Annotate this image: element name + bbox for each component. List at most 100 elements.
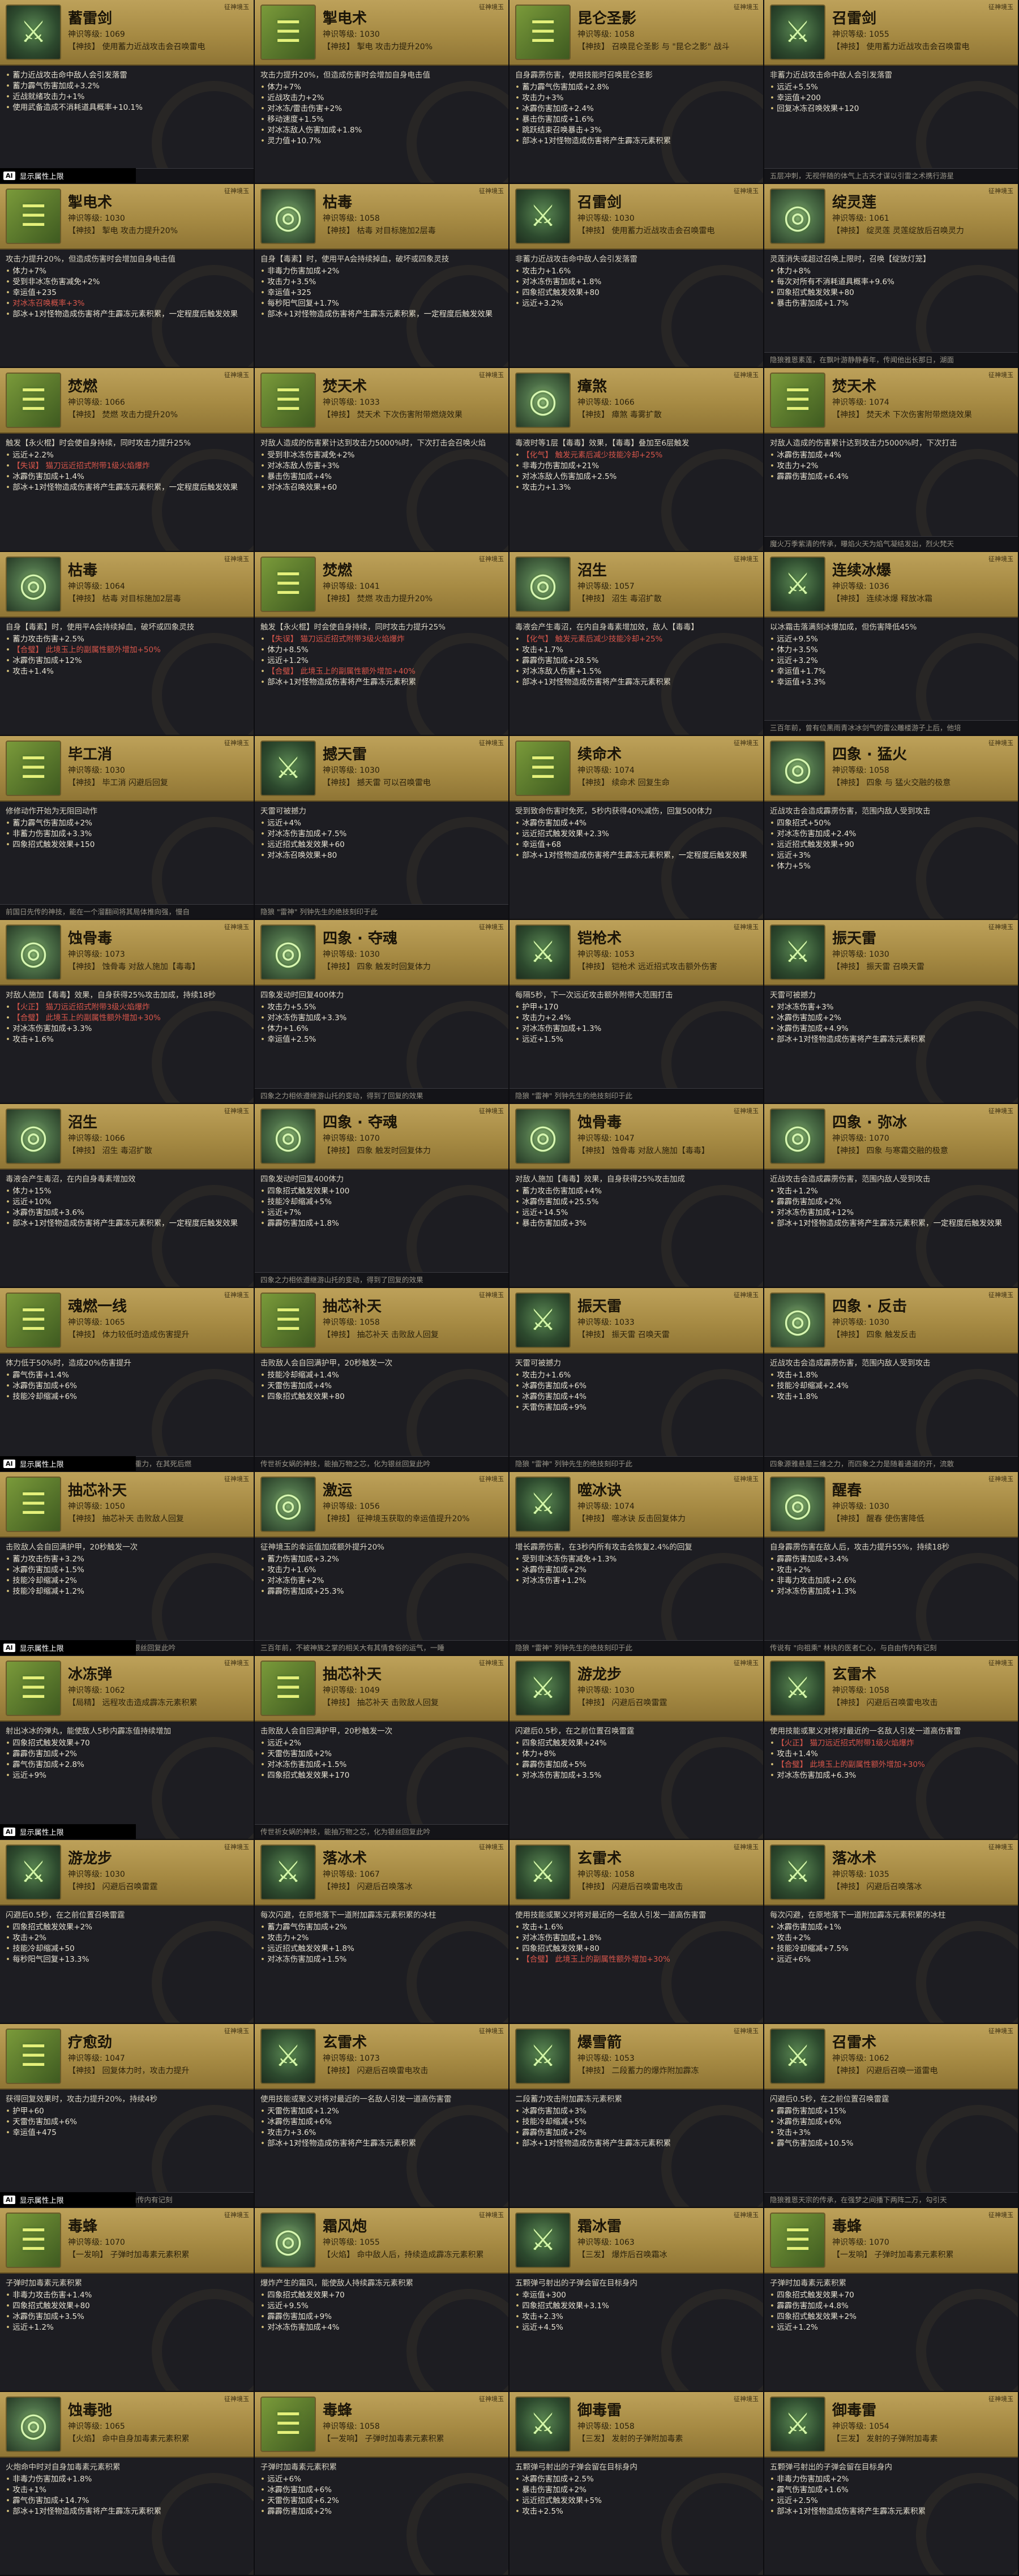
jade-card[interactable]: 征神境玉 ◎ 绽灵莲 神识等级: 1061 【神技】 绽灵莲 灵莲绽放后召唤灵力 灵莲消失… bbox=[764, 184, 1019, 368]
ai-attribute-toggle[interactable]: AI 显示属性上限 bbox=[0, 2192, 136, 2207]
card-effect: 【神技】 征神境玉获取的幸运值提升20% bbox=[323, 1514, 470, 1524]
jade-card[interactable]: 征神境玉 ◎ 蚀毒弛 神识等级: 1065 【火焰】 命中自身加毒素元素积累 火炮命中时对… bbox=[0, 2392, 255, 2576]
jade-card[interactable]: 征神境玉 ☰ 昆仑圣影 神识等级: 1058 【神技】 召唤昆仑圣影 与 "昆仑之影" … bbox=[510, 0, 764, 184]
jade-card[interactable]: 征神境玉 ☰ 抽芯补天 神识等级: 1050 【神技】 抽芯补天 击败敌人回复 击败敌人会… bbox=[0, 1472, 255, 1656]
jade-card[interactable]: 征神境玉 ◎ 沼生 神识等级: 1066 【神技】 沼生 毒沼扩散 毒液会产生毒沼，在内自… bbox=[0, 1104, 255, 1288]
jade-card[interactable]: 征神境玉 ☰ 疗愈劲 神识等级: 1047 【神技】 回复体力时，攻击力提升 获得回复效果… bbox=[0, 2024, 255, 2208]
jade-card[interactable]: 征神境玉 ◎ 蚀骨毒 神识等级: 1073 【神技】 蚀骨毒 对敌人施加【毒毒】 对敌人施… bbox=[0, 920, 255, 1104]
card-description: 每次闪避，在原地落下一道附加霹冻元素积累的冰柱 bbox=[770, 1911, 946, 1920]
jade-card[interactable]: 征神境玉 ⚔ 玄雷术 神识等级: 1073 【神技】 闪避后召唤雷电攻击 使用技能或聚义对… bbox=[255, 2024, 510, 2208]
jade-card[interactable]: 征神境玉 ◎ 枯毒 神识等级: 1058 【神技】 枯毒 对目标施加2层毒 自身【毒素】时… bbox=[255, 184, 510, 368]
card-level: 神识等级: 1070 bbox=[832, 1134, 889, 1143]
jade-card[interactable]: 征神境玉 ◎ 醒春 神识等级: 1030 【神技】 醒春 使伤害降低 自身霹雳伤害在敌人后… bbox=[764, 1472, 1019, 1656]
jade-card[interactable]: 征神境玉 ☰ 掣电术 神识等级: 1030 【神技】 掣电 攻击力提升20% 攻击力提升2… bbox=[0, 184, 255, 368]
ai-toggle-label: 显示属性上限 bbox=[19, 1644, 64, 1653]
card-badge: 征神境玉 bbox=[224, 371, 249, 379]
jade-card[interactable]: 征神境玉 ☰ 魂燃一线 神识等级: 1065 【神技】 体力较低时造成伤害提升 体力低于5… bbox=[0, 1288, 255, 1472]
jade-card[interactable]: 征神境玉⚔振天雷神识等级: 1030【神技】 振天雷 召唤天雷天雷可被撼力对冰冻… bbox=[764, 920, 1019, 1104]
card-title: 四象 · 夺魂 bbox=[323, 1114, 397, 1131]
jade-card[interactable]: 征神境玉 ⚔ 御毒雷 神识等级: 1058 【三发】 发射的子弹附加毒素 五颗弹弓射出的子… bbox=[510, 2392, 764, 2576]
jade-card[interactable]: 征神境玉 ◎ 枯毒 神识等级: 1064 【神技】 枯毒 对目标施加2层毒 自身【毒素】时… bbox=[0, 552, 255, 736]
card-description: 五颗弹弓射出的子弹会留在目标身内 bbox=[515, 2463, 637, 2472]
jade-card[interactable]: 征神境玉 ☰ 冰冻弹 神识等级: 1062 【局精】 远程攻击造成霹冻元素积累 射出冰冰的… bbox=[0, 1656, 255, 1840]
card-badge: 征神境玉 bbox=[988, 2211, 1013, 2219]
jade-card[interactable]: 征神境玉 ◎ 霜风炮 神识等级: 1055 【火焰】 命中敌人后，持续造成霹冻元素积累爆… bbox=[255, 2208, 510, 2392]
ai-attribute-toggle[interactable]: AI 显示属性上限 bbox=[0, 168, 136, 183]
jade-card[interactable]: 征神境玉 ◎ 瘴煞 神识等级: 1066 【神技】 瘴煞 毒雾扩散 毒液时等1层【毒毒】效… bbox=[510, 368, 764, 552]
card-level: 神识等级: 1062 bbox=[68, 1686, 125, 1695]
ai-attribute-toggle[interactable]: AI 显示属性上限 bbox=[0, 1824, 136, 1839]
jade-card[interactable]: 征神境玉 ◎ 蚀骨毒 神识等级: 1047 【神技】 蚀骨毒 对敌人施加【毒毒】 对敌人施… bbox=[510, 1104, 764, 1288]
jade-card[interactable]: 征神境玉 ☰ 毕工消 神识等级: 1030 【神技】 毕工消 闪避后回复 修修动作开始为无… bbox=[0, 736, 255, 920]
card-header: 征神境玉 ☰ 昆仑圣影 神识等级: 1058 【神技】 召唤昆仑圣影 与 "昆仑之影" … bbox=[510, 0, 763, 66]
jade-card[interactable]: 征神境玉 ☰ 焚天术 神识等级: 1033 【神技】 焚天术 下次伤害附带燃烧效果 对敌人… bbox=[255, 368, 510, 552]
jade-card[interactable]: 征神境玉 ⚔ 玄雷术 神识等级: 1058 【神技】 闪避后召唤雷电攻击 使用技能或聚义对… bbox=[764, 1656, 1019, 1840]
jade-card[interactable]: 征神境玉 ⚔ 召雷剑 神识等级: 1030 【神技】 使用蓄力近战攻击会召唤雷电 非蓄力近… bbox=[510, 184, 764, 368]
jade-card[interactable]: 征神境玉 ◎ 沼生 神识等级: 1057 【神技】 沼生 毒沼扩散 毒液会产生毒沼，在内自… bbox=[510, 552, 764, 736]
jade-card[interactable]: 征神境玉 ⚔ 御毒雷 神识等级: 1054 【三发】 发射的子弹附加毒素 五颗弹弓射出的子… bbox=[764, 2392, 1019, 2576]
book-icon: ☰ bbox=[260, 373, 316, 428]
jade-card[interactable]: 征神境玉 ◎ 四象 · 猛火 神识等级: 1058 【神技】 四象 与 猛火交融的极意近… bbox=[764, 736, 1019, 920]
jade-card[interactable]: 征神境玉 ⚔ 游龙步 神识等级: 1030 【神技】 闪避后召唤雷霆 闪避后0.5秒，在之… bbox=[0, 1840, 255, 2024]
card-title: 蚀毒弛 bbox=[68, 2402, 113, 2419]
card-header: 征神境玉 ◎ 四象 · 夺魂 神识等级: 1070 【神技】 四象 触发时回复体力 bbox=[255, 1104, 508, 1170]
card-description: 毒液时等1层【毒毒】效果，【毒毒】叠加至6层触发 bbox=[515, 439, 690, 448]
card-badge: 征神境玉 bbox=[988, 555, 1013, 563]
sword-icon: ⚔ bbox=[770, 1661, 825, 1716]
jade-card[interactable]: 征神境玉 ⚔ 落冰术 神识等级: 1067 【神技】 闪避后召唤落冰 每次闪避，在原地落下… bbox=[255, 1840, 510, 2024]
jade-card[interactable]: 征神境玉 ☰ 毒蜂 神识等级: 1058 【一发响】 子弹时加毒素元素积累 子弹时加毒素元… bbox=[255, 2392, 510, 2576]
card-header: 征神境玉 ⚔ 玄雷术 神识等级: 1058 【神技】 闪避后召唤雷电攻击 bbox=[510, 1840, 763, 1906]
jade-card[interactable]: 征神境玉 ⚔ 连续冰爆 神识等级: 1036 【神技】 连续冰爆 释放冰霜 以冰霜击落满刻… bbox=[764, 552, 1019, 736]
card-header: 征神境玉 ☰ 疗愈劲 神识等级: 1047 【神技】 回复体力时，攻击力提升 bbox=[0, 2024, 254, 2090]
jade-card[interactable]: 征神境玉 ⚔ 噬冰诀 神识等级: 1074 【神技】 噬冰诀 反击回复体力 增长霹雳伤害，… bbox=[510, 1472, 764, 1656]
jade-card[interactable]: 征神境玉 ⚔ 蓄雷剑神识等级: 1069 【神技】 使用蓄力近战攻击会召唤雷电蓄力近战… bbox=[0, 0, 255, 184]
card-title: 玄雷术 bbox=[832, 1666, 877, 1683]
ai-attribute-toggle[interactable]: AI 显示属性上限 bbox=[0, 1640, 136, 1655]
jade-card[interactable]: 征神境玉 ☰ 续命术 神识等级: 1074 【神技】 续命术 回复生命 受到致命伤害时免死… bbox=[510, 736, 764, 920]
jade-card[interactable]: 征神境玉⚔振天雷神识等级: 1033【神技】 振天雷 召唤天雷天雷可被撼力攻击力… bbox=[510, 1288, 764, 1472]
jade-card[interactable]: 征神境玉 ◎ 四象 · 反击 神识等级: 1030 【神技】 四象 触发反击 近战攻击会造… bbox=[764, 1288, 1019, 1472]
card-level: 神识等级: 1030 bbox=[832, 1502, 889, 1511]
card-badge: 征神境玉 bbox=[988, 3, 1013, 11]
jade-card[interactable]: 征神境玉⚔撼天雷神识等级: 1030【神技】 撼天雷 可以召唤雷电天雷可被撼力远… bbox=[255, 736, 510, 920]
card-description: 近战攻击会造成霹雳伤害，范围内敌人受到攻击 bbox=[770, 1359, 931, 1368]
jade-card[interactable]: 征神境玉 ☰ 焚燃 神识等级: 1041 【神技】 焚燃 攻击力提升20% 触发【永火棍】… bbox=[255, 552, 510, 736]
jade-card[interactable]: 征神境玉 ⚔ 召雷术 神识等级: 1062 【神技】 闪避后召唤一道雷电 闪避后0.5秒，… bbox=[764, 2024, 1019, 2208]
jade-card[interactable]: 征神境玉 ☰ 毒蜂 神识等级: 1070 【一发响】 子弹时加毒素元素积累 子弹时加毒素元… bbox=[764, 2208, 1019, 2392]
item-grid: 征神境玉⚔蓄雷剑神识等级: 1069【神技】 使用蓄力近战攻击会召唤雷电蓄力近战… bbox=[0, 0, 1019, 2576]
jade-card[interactable]: 征神境玉 ◎ 四象 · 夺魂 神识等级: 1070 【神技】 四象 触发时回复体力 四象发… bbox=[255, 1104, 510, 1288]
jade-card[interactable]: 征神境玉 ⚔ 铠枪术 神识等级: 1053 【神技】 铠枪术 远近招式攻击额外伤害 每隔5… bbox=[510, 920, 764, 1104]
jade-card[interactable]: 征神境玉 ◎ 四象 · 夺魂 神识等级: 1030 【神技】 四象 触发时回复体力 四象发… bbox=[255, 920, 510, 1104]
jade-card[interactable]: 征神境玉 ☰ 掣电术 神识等级: 1030 【神技】 掣电 攻击力提升20% 攻击力提升2… bbox=[255, 0, 510, 184]
card-description: 对敌人造成的伤害累计达到攻击力5000%时，下次打击 bbox=[770, 439, 957, 448]
card-description: 使用技能或聚义对将对最近的一名敌人引发一道高伤害雷 bbox=[515, 1911, 707, 1920]
card-level: 神识等级: 1058 bbox=[323, 214, 380, 223]
card-effect: 【神技】 闪避后召唤雷霆 bbox=[577, 1698, 667, 1708]
sword-icon: ⚔ bbox=[515, 2397, 571, 2452]
sword-icon: ⚔ bbox=[770, 925, 825, 980]
jade-card[interactable]: 征神境玉 ⚔ 游龙步 神识等级: 1030 【神技】 闪避后召唤雷霆 闪避后0.5秒，在之… bbox=[510, 1656, 764, 1840]
card-effect: 【神技】 蚀骨毒 对敌人施加【毒毒】 bbox=[577, 1146, 709, 1156]
jade-card[interactable]: 征神境玉 ⚔ 爆雪箭 神识等级: 1053 【神技】 二段蓄力的爆炸附加霹冻 二段蓄力攻击… bbox=[510, 2024, 764, 2208]
card-header: 征神境玉 ⚔ 御毒雷 神识等级: 1054 【三发】 发射的子弹附加毒素 bbox=[764, 2392, 1018, 2458]
jade-card[interactable]: 征神境玉 ⚔ 霜冰雷 神识等级: 1063 【三发】 爆炸后召唤霜冰 五颗弹弓射出的子弹会… bbox=[510, 2208, 764, 2392]
card-effect: 【神技】 沼生 毒沼扩散 bbox=[577, 594, 662, 604]
jade-card[interactable]: 征神境玉 ☰ 抽芯补天 神识等级: 1058 【神技】 抽芯补天 击败敌人回复 击败敌人会… bbox=[255, 1288, 510, 1472]
jade-card[interactable]: 征神境玉 ⚔ 落冰术 神识等级: 1035 【神技】 闪避后召唤落冰 每次闪避，在原地落下… bbox=[764, 1840, 1019, 2024]
jade-card[interactable]: 征神境玉 ☰ 抽芯补天 神识等级: 1049 【神技】 抽芯补天 击败敌人回复 击败敌人会… bbox=[255, 1656, 510, 1840]
card-level: 神识等级: 1041 bbox=[323, 582, 380, 591]
jade-card[interactable]: 征神境玉 ⚔ 玄雷术 神识等级: 1058 【神技】 闪避后召唤雷电攻击使用技能或聚义对… bbox=[510, 1840, 764, 2024]
jade-card[interactable]: 征神境玉 ☰ 焚燃 神识等级: 1066 【神技】 焚燃 攻击力提升20% 触发【永火棍】… bbox=[0, 368, 255, 552]
ai-attribute-toggle[interactable]: AI 显示属性上限 bbox=[0, 1456, 136, 1471]
card-level: 神识等级: 1067 bbox=[323, 1870, 380, 1879]
jade-card[interactable]: 征神境玉 ⚔ 召雷剑 神识等级: 1055 【神技】 使用蓄力近战攻击会召唤雷电 非蓄力近… bbox=[764, 0, 1019, 184]
card-description: 天雷可被撼力 bbox=[515, 1359, 561, 1368]
jade-card[interactable]: 征神境玉 ◎ 激运 神识等级: 1056 【神技】 征神境玉获取的幸运值提升20% 征神境… bbox=[255, 1472, 510, 1656]
card-title: 瘴煞 bbox=[577, 378, 607, 395]
sword-icon: ⚔ bbox=[515, 1293, 571, 1348]
jade-card[interactable]: 征神境玉 ☰ 焚天术 神识等级: 1074 【神技】 焚天术 下次伤害附带燃烧效果 对敌人… bbox=[764, 368, 1019, 552]
jade-card[interactable]: 征神境玉 ◎ 四象 · 弥冰 神识等级: 1070 【神技】 四象 与寒霜交融的极意 近战… bbox=[764, 1104, 1019, 1288]
sword-icon: ⚔ bbox=[260, 741, 316, 796]
sword-icon: ⚔ bbox=[515, 2029, 571, 2084]
jade-card[interactable]: 征神境玉 ☰ 毒蜂 神识等级: 1070 【一发响】 子弹时加毒素元素积累 子弹时加毒素元… bbox=[0, 2208, 255, 2392]
